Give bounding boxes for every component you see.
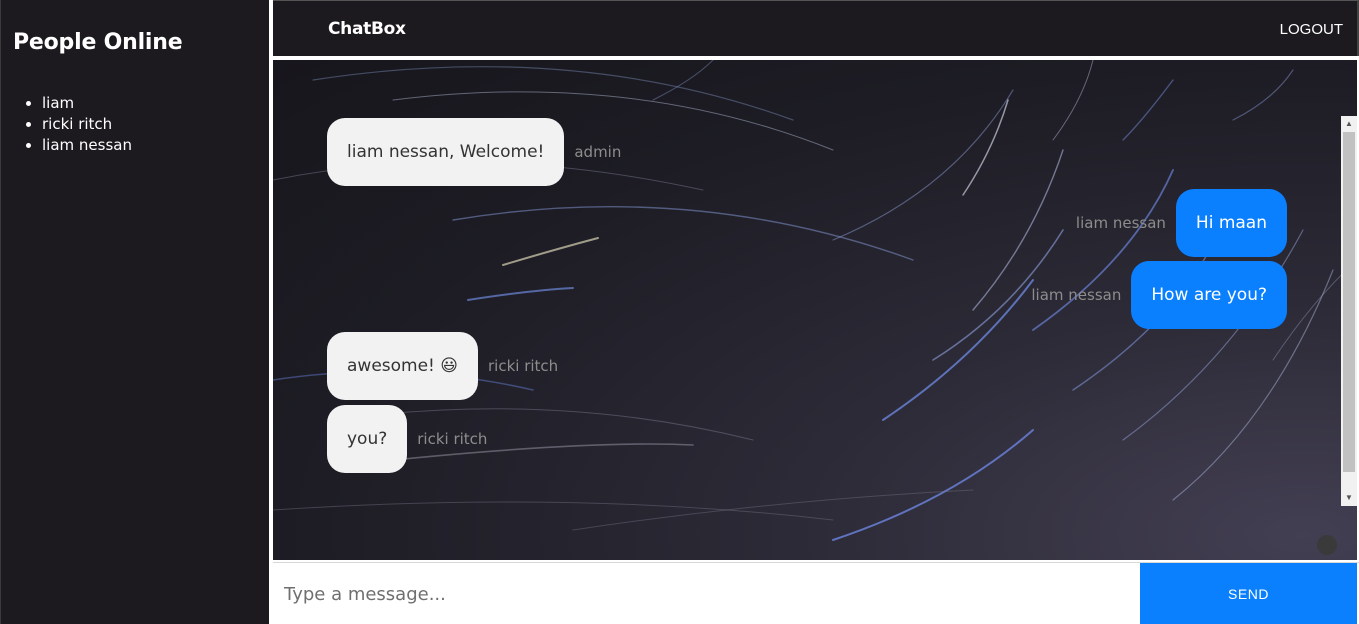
scroll-to-bottom-icon[interactable] bbox=[1317, 535, 1337, 555]
person-item: ricki ritch bbox=[42, 114, 257, 135]
message-row: you? ricki ritch bbox=[327, 405, 497, 473]
top-navbar: ChatBox LOGOUT bbox=[273, 0, 1359, 56]
message-row: liam nessan, Welcome! admin bbox=[327, 118, 631, 186]
sidebar-title: People Online bbox=[13, 30, 183, 55]
chat-scrollbar[interactable]: ▲ ▼ bbox=[1341, 116, 1357, 506]
scroll-down-arrow-icon[interactable]: ▼ bbox=[1341, 490, 1357, 506]
message-row: liam nessan Hi maan bbox=[1066, 189, 1287, 257]
message-bubble: How are you? bbox=[1131, 261, 1287, 329]
person-item: liam bbox=[42, 93, 257, 114]
message-bubble: you? bbox=[327, 405, 408, 473]
message-row: awesome! 😃 ricki ritch bbox=[327, 332, 568, 400]
message-sender: liam nessan bbox=[1075, 214, 1166, 232]
people-online-sidebar: People Online liam ricki ritch liam ness… bbox=[0, 0, 269, 624]
chat-messages-area[interactable]: liam nessan, Welcome! admin liam nessan … bbox=[273, 60, 1357, 560]
message-bubble: liam nessan, Welcome! bbox=[327, 118, 565, 186]
message-bubble: Hi maan bbox=[1175, 189, 1287, 257]
logout-link[interactable]: LOGOUT bbox=[1280, 21, 1343, 38]
message-sender: ricki ritch bbox=[417, 430, 488, 448]
message-sender: liam nessan bbox=[1031, 286, 1122, 304]
scroll-up-arrow-icon[interactable]: ▲ bbox=[1341, 116, 1357, 132]
person-item: liam nessan bbox=[42, 135, 257, 156]
brand-title: ChatBox bbox=[328, 19, 406, 39]
message-input[interactable] bbox=[273, 563, 1140, 624]
message-bubble: awesome! 😃 bbox=[327, 332, 478, 400]
people-list: liam ricki ritch liam nessan bbox=[13, 93, 257, 156]
message-sender: ricki ritch bbox=[488, 357, 559, 375]
message-composer: SEND bbox=[273, 562, 1359, 624]
message-sender: admin bbox=[574, 143, 622, 161]
send-button[interactable]: SEND bbox=[1140, 563, 1357, 624]
scroll-thumb[interactable] bbox=[1343, 132, 1355, 472]
message-row: liam nessan How are you? bbox=[1021, 261, 1287, 329]
